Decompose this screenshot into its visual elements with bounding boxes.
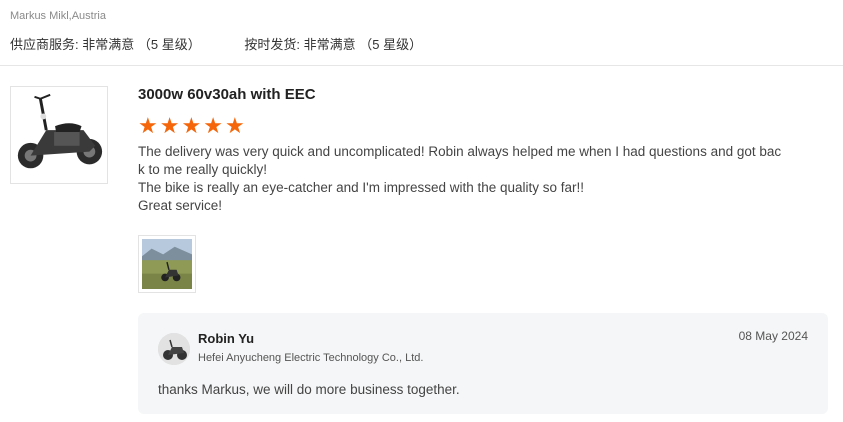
review-line: Great service! [138,198,223,213]
rating-label: 供应商服务: [10,37,79,52]
review-text: The delivery was very quick and uncompli… [138,143,798,215]
review-photo-thumbnail[interactable] [138,235,196,293]
rating-on-time-delivery: 按时发货: 非常满意 （5 星级） [244,34,422,53]
star-icon: ★ [138,113,158,138]
review-line: k to me really quickly! [138,162,268,177]
rating-value: 非常满意 [82,37,135,52]
reviewer-name: Markus Mikl,Austria [10,10,106,22]
review-line: The bike is really an eye-catcher and I'… [138,180,585,195]
rating-value: 非常满意 [303,37,356,52]
rating-label: 按时发货: [244,37,300,52]
rating-supplier-service: 供应商服务: 非常满意 （5 星级） [10,34,201,53]
supplier-reply: Robin Yu Hefei Anyucheng Electric Techno… [138,313,828,414]
product-title[interactable]: 3000w 60v30ah with EEC [138,86,798,104]
avatar [158,333,190,365]
reply-company: Hefei Anyucheng Electric Technology Co.,… [198,352,424,364]
rating-stars-text: （5 星级） [137,37,201,52]
star-icon: ★ [203,113,223,138]
reply-text: thanks Markus, we will do more business … [158,382,460,397]
star-rating: ★ ★ ★ ★ ★ [138,113,798,138]
motorcycle-image [17,93,103,169]
avatar-image [158,333,190,365]
review-body: 3000w 60v30ah with EEC ★ ★ ★ ★ ★ The deliver… [138,86,798,215]
star-icon: ★ [181,113,202,138]
supplier-ratings: 供应商服务: 非常满意 （5 星级） 按时发货: 非常满意 （5 星级） [10,34,462,53]
review-line: The delivery was very quick and uncompli… [138,144,782,159]
reply-author-name: Robin Yu [198,331,255,346]
divider [0,65,843,66]
reply-date: 08 May 2024 [738,329,808,343]
product-thumbnail[interactable] [10,86,108,184]
star-icon: ★ [159,113,180,138]
star-icon: ★ [224,113,245,138]
rating-stars-text: （5 星级） [359,37,423,52]
review-photo-image [142,239,192,289]
